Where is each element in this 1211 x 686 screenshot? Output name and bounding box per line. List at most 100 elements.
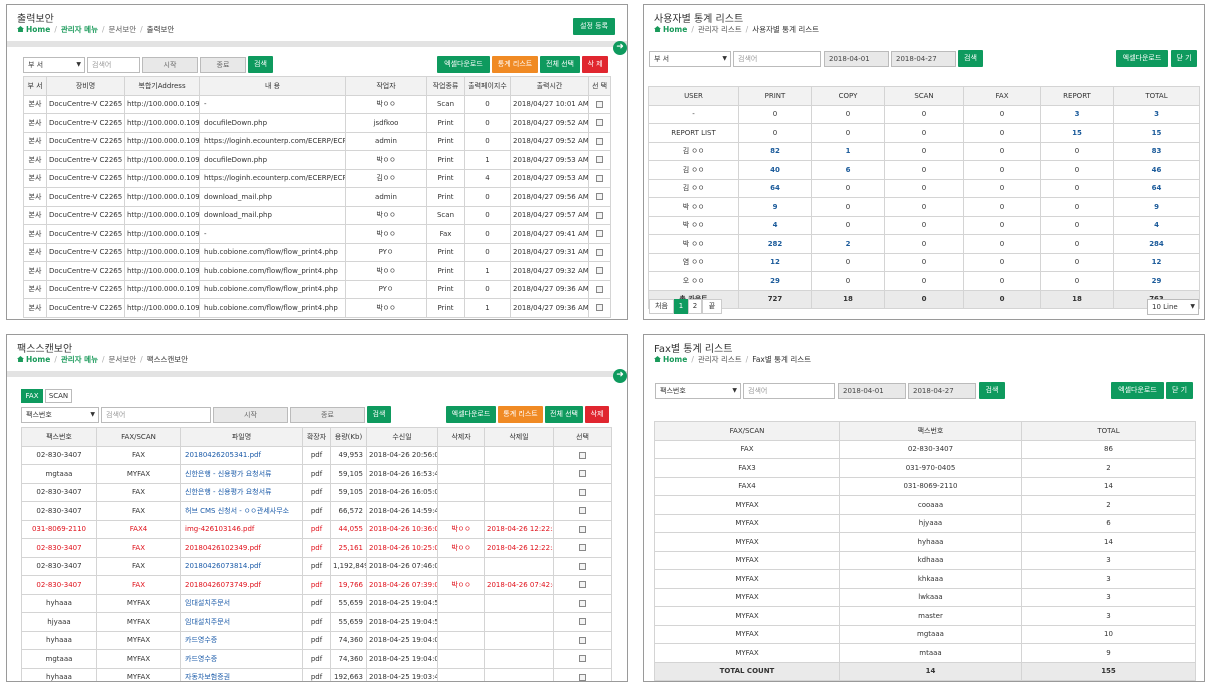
search-button[interactable]: 검색 xyxy=(958,50,983,67)
file-name-link[interactable]: 20180426102349.pdf xyxy=(180,538,303,558)
table-row[interactable]: 02-830-3407 FAX 20180426102349.pdf pdf 25,16… xyxy=(21,538,612,558)
file-name-link[interactable]: 카드영수증 xyxy=(180,649,303,669)
count-link[interactable]: 3 xyxy=(1113,104,1200,124)
table-row[interactable]: hyhaaa MYFAX 임대설치주문서 pdf 55,659 2018-04-25 19… xyxy=(21,593,612,613)
breadcrumb-home[interactable]: Home xyxy=(26,25,50,34)
row-checkbox[interactable] xyxy=(596,230,603,238)
row-checkbox[interactable] xyxy=(596,156,603,164)
breadcrumb-admin[interactable]: 관리자 리스트 xyxy=(698,355,742,364)
table-row[interactable]: hyhaaa MYFAX 카드영수증 pdf 74,360 2018-04-25 19:0… xyxy=(21,630,612,650)
count-link[interactable]: 284 xyxy=(1113,234,1200,254)
row-checkbox[interactable] xyxy=(579,599,586,607)
file-name-link[interactable]: 임대설치주문서 xyxy=(180,593,303,613)
row-checkbox[interactable] xyxy=(596,193,603,201)
count-link[interactable]: 3 xyxy=(1040,104,1114,124)
file-name-link[interactable]: 카드영수증 xyxy=(180,630,303,650)
file-name-link[interactable]: img-426103146.pdf xyxy=(180,519,303,539)
search-input[interactable]: 검색어 xyxy=(101,407,211,423)
count-link[interactable]: 15 xyxy=(1113,123,1200,143)
select-all-button[interactable]: 전체 선택 xyxy=(545,406,583,423)
count-link[interactable]: 1 xyxy=(811,141,885,161)
file-name-link[interactable]: 신한은행 - 신용평가 요청서류 xyxy=(180,464,303,484)
row-checkbox[interactable] xyxy=(596,211,603,219)
breadcrumb-admin[interactable]: 관리자 메뉴 xyxy=(61,355,98,364)
department-select[interactable]: 부 서 xyxy=(23,57,85,73)
count-link[interactable]: 12 xyxy=(1113,252,1200,272)
table-row[interactable]: 02-830-3407 FAX 허브 CMS 신청서 - ㅇㅇ관세사무소 pdf 66,… xyxy=(21,501,612,521)
count-link[interactable]: 29 xyxy=(738,271,812,291)
row-checkbox[interactable] xyxy=(579,470,586,478)
stats-list-button[interactable]: 통계 리스트 xyxy=(498,406,543,423)
pager-last[interactable]: 끝 xyxy=(702,299,722,314)
count-link[interactable]: 4 xyxy=(1113,215,1200,235)
table-row[interactable]: 02-830-3407 FAX 20180426073749.pdf pdf 19,76… xyxy=(21,575,612,595)
table-row[interactable]: 본사 DocuCentre-V C2265 http://100.000.0.109… xyxy=(23,187,611,207)
breadcrumb-doc-security[interactable]: 문서보안 xyxy=(109,25,137,34)
tab-scan[interactable]: SCAN xyxy=(45,389,72,403)
delete-button[interactable]: 삭제 xyxy=(585,406,609,423)
row-checkbox[interactable] xyxy=(596,137,603,145)
row-checkbox[interactable] xyxy=(596,267,603,275)
count-link[interactable]: 40 xyxy=(738,160,812,180)
date-from-input[interactable]: 2018-04-01 xyxy=(824,51,889,67)
table-row[interactable]: hyhaaa MYFAX 자동차보험증권 pdf 192,663 2018-04-25 1… xyxy=(21,667,612,681)
breadcrumb-home[interactable]: Home xyxy=(663,355,687,364)
count-link[interactable]: 6 xyxy=(811,160,885,180)
table-row[interactable]: 본사 DocuCentre-V C2265 http://100.000.0.109… xyxy=(23,224,611,244)
close-button[interactable]: 닫 기 xyxy=(1166,382,1193,399)
file-name-link[interactable]: 신한은행 - 신용평가 요청서류 xyxy=(180,482,303,502)
table-row[interactable]: 본사 DocuCentre-V C2265 http://100.000.0.109… xyxy=(23,131,611,151)
table-row[interactable]: mgtaaa MYFAX 신한은행 - 신용평가 요청서류 pdf 59,105 2018… xyxy=(21,464,612,484)
count-link[interactable]: 15 xyxy=(1040,123,1114,143)
close-button[interactable]: 닫 기 xyxy=(1171,50,1197,67)
search-button[interactable]: 검색 xyxy=(367,406,391,423)
row-checkbox[interactable] xyxy=(579,525,586,533)
row-checkbox[interactable] xyxy=(596,100,603,108)
row-checkbox[interactable] xyxy=(579,451,586,459)
excel-download-button[interactable]: 엑셀다운로드 xyxy=(1111,382,1164,399)
search-input[interactable]: 검색어 xyxy=(87,57,140,73)
count-link[interactable]: 9 xyxy=(738,197,812,217)
row-checkbox[interactable] xyxy=(579,562,586,570)
count-link[interactable]: 282 xyxy=(738,234,812,254)
excel-download-button[interactable]: 엑셀다운로드 xyxy=(1116,50,1168,67)
row-checkbox[interactable] xyxy=(596,304,603,312)
excel-download-button[interactable]: 엑셀다운로드 xyxy=(446,406,496,423)
table-row[interactable]: 본사 DocuCentre-V C2265 http://100.000.0.109… xyxy=(23,205,611,225)
department-select[interactable]: 부 서 xyxy=(649,51,731,67)
row-checkbox[interactable] xyxy=(579,544,586,552)
count-link[interactable]: 46 xyxy=(1113,160,1200,180)
pager-first[interactable]: 처음 xyxy=(649,299,674,314)
row-checkbox[interactable] xyxy=(579,618,586,626)
row-checkbox[interactable] xyxy=(579,636,586,644)
count-link[interactable]: 64 xyxy=(1113,178,1200,198)
count-link[interactable]: 9 xyxy=(1113,197,1200,217)
collapse-arrow-icon[interactable]: ➜ xyxy=(613,41,627,55)
count-link[interactable]: 82 xyxy=(738,141,812,161)
count-link[interactable]: 2 xyxy=(811,234,885,254)
stats-list-button[interactable]: 통계 리스트 xyxy=(492,56,538,73)
collapse-arrow-icon[interactable]: ➜ xyxy=(613,369,627,383)
count-link[interactable]: 83 xyxy=(1113,141,1200,161)
date-to-input[interactable]: 2018-04-27 xyxy=(891,51,956,67)
excel-download-button[interactable]: 엑셀다운로드 xyxy=(437,56,490,73)
file-name-link[interactable]: 20180426205341.pdf xyxy=(180,445,303,465)
table-row[interactable]: 본사 DocuCentre-V C2265 http://100.000.0.109… xyxy=(23,94,611,114)
end-date-input[interactable]: 종료 xyxy=(200,57,246,73)
tab-fax[interactable]: FAX xyxy=(21,389,43,403)
table-row[interactable]: 본사 DocuCentre-V C2265 http://100.000.0.109… xyxy=(23,298,611,318)
table-row[interactable]: 본사 DocuCentre-V C2265 http://100.000.0.109… xyxy=(23,279,611,299)
date-to-input[interactable]: 2018-04-27 xyxy=(908,383,976,399)
search-input[interactable]: 검색어 xyxy=(733,51,821,67)
breadcrumb-admin[interactable]: 관리자 리스트 xyxy=(698,25,742,34)
breadcrumb-home[interactable]: Home xyxy=(26,355,50,364)
file-name-link[interactable]: 20180426073814.pdf xyxy=(180,556,303,576)
file-name-link[interactable]: 20180426073749.pdf xyxy=(180,575,303,595)
date-from-input[interactable]: 2018-04-01 xyxy=(838,383,906,399)
breadcrumb-doc-security[interactable]: 문서보안 xyxy=(109,355,137,364)
table-row[interactable]: 본사 DocuCentre-V C2265 http://100.000.0.109… xyxy=(23,168,611,188)
start-date-input[interactable]: 시작 xyxy=(142,57,198,73)
table-row[interactable]: 본사 DocuCentre-V C2265 http://100.000.0.109… xyxy=(23,261,611,281)
fax-number-select[interactable]: 팩스번호 xyxy=(21,407,99,423)
pager-page-2[interactable]: 2 xyxy=(688,299,702,314)
